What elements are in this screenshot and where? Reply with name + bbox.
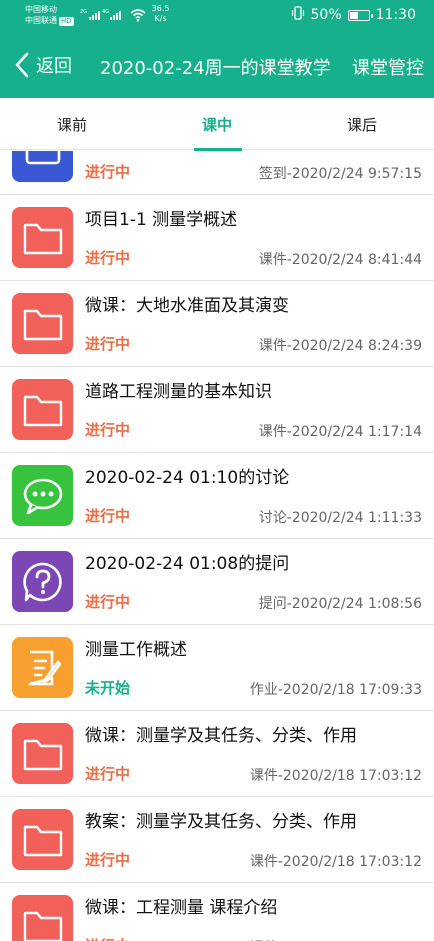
back-button[interactable]: 返回: [14, 52, 72, 78]
checkin-icon: [12, 151, 73, 182]
homework-icon: [12, 637, 73, 698]
list-item[interactable]: 项目1-1 测量学概述 进行中 课件-2020/2/24 8:41:44: [0, 195, 434, 281]
item-meta: 课件-2020/2/24 1:17:14: [258, 424, 422, 440]
item-meta: 讨论-2020/2/24 1:11:33: [258, 510, 422, 526]
item-meta: 课件-2020/2/18 17:03:12: [249, 768, 422, 784]
status-badge: 进行中: [85, 249, 131, 267]
vibrate-icon: [291, 6, 305, 24]
discussion-icon: [12, 465, 73, 526]
tab-in-class[interactable]: 课中: [145, 98, 289, 150]
list-item[interactable]: 微课：工程测量 课程介绍进行中 课件-2020/2/17 17:01:48: [0, 883, 434, 941]
item-title: 2020-02-24 01:10的讨论: [85, 468, 290, 488]
item-title: 2020-02-24 01:08的提问: [85, 554, 290, 574]
status-badge: 进行中: [85, 851, 131, 869]
carrier-1: 中国移动: [25, 5, 57, 14]
item-meta: 签到-2020/2/24 9:57:15: [258, 166, 422, 182]
item-meta: 提问-2020/2/24 1:08:56: [258, 596, 422, 612]
item-meta: 课件-2020/2/17 17:01:48: [250, 937, 422, 941]
hd-badge: HD: [59, 17, 74, 26]
status-badge: 进行中: [85, 163, 131, 181]
question-icon: [12, 551, 73, 612]
tab-bar: 课前 课中 课后: [0, 98, 434, 150]
item-meta: 课件-2020/2/24 8:41:44: [258, 252, 422, 268]
status-badge: 进行中: [85, 421, 131, 439]
status-left: 中国移动 中国联通 HD 2G 4G 36.5 K/s: [25, 4, 169, 26]
class-control-button[interactable]: 课堂管控: [352, 54, 424, 80]
network-speed: 36.5 K/s: [152, 4, 170, 24]
battery-icon: [347, 9, 373, 21]
app-screen: 中国移动 中国联通 HD 2G 4G 36.5 K/s 50% 11:30 返回…: [0, 0, 434, 941]
carrier-info: 中国移动 中国联通 HD: [25, 4, 74, 26]
item-title: 道路工程测量的基本知识: [85, 382, 272, 402]
status-bar: 中国移动 中国联通 HD 2G 4G 36.5 K/s 50% 11:30: [0, 0, 434, 32]
status-badge: 未开始: [85, 679, 131, 697]
folder-icon: [12, 723, 73, 784]
page-title: 2020-02-24周一的课堂教学: [100, 58, 331, 79]
nav-bar: 返回 2020-02-24周一的课堂教学 课堂管控: [0, 40, 434, 92]
folder-icon: [12, 895, 73, 941]
list-item[interactable]: 教案：测量学及其任务、分类、作用 进行中 课件-2020/2/18 17:03:12: [0, 797, 434, 883]
tab-before-class[interactable]: 课前: [0, 98, 144, 150]
chevron-left-icon: [15, 52, 29, 78]
header: 中国移动 中国联通 HD 2G 4G 36.5 K/s 50% 11:30 返回…: [0, 0, 434, 98]
list-item[interactable]: 微课：测量学及其任务、分类、作用 进行中 课件-2020/2/18 17:03:12: [0, 711, 434, 797]
item-meta: 课件-2020/2/18 17:03:12: [249, 854, 422, 870]
wifi-icon: [130, 7, 146, 26]
tab-after-class[interactable]: 课后: [290, 98, 434, 150]
list-item[interactable]: 微课：大地水准面及其演变 进行中 课件-2020/2/24 8:24:39: [0, 281, 434, 367]
status-badge: 进行中: [85, 507, 131, 525]
item-meta: 作业-2020/2/18 17:09:33: [249, 682, 422, 698]
status-badge: 进行中: [85, 765, 131, 783]
speed-value: 36.5: [151, 4, 170, 13]
speed-unit: K/s: [154, 14, 167, 23]
item-meta: 课件-2020/2/24 8:24:39: [258, 338, 422, 354]
clock: 11:30: [375, 7, 416, 23]
folder-icon: [12, 809, 73, 870]
signal-icon: 2G 4G: [80, 7, 124, 26]
svg-text:4G: 4G: [102, 9, 109, 15]
list-item[interactable]: 测量工作概述 未开始 作业-2020/2/18 17:09:33: [0, 625, 434, 711]
item-title: 项目1-1 测量学概述: [85, 210, 238, 230]
item-title: 微课：大地水准面及其演变: [85, 296, 289, 316]
item-title: 测量工作概述: [85, 640, 187, 660]
folder-icon: [12, 379, 73, 440]
list-item[interactable]: 道路工程测量的基本知识 进行中 课件-2020/2/24 1:17:14: [0, 367, 434, 453]
battery-percent: 50%: [310, 7, 342, 23]
back-label: 返回: [36, 56, 72, 77]
list-item[interactable]: 2020-02-24 01:08的提问 进行中 提问-2020/2/24 1:08:…: [0, 539, 434, 625]
status-badge: 进行中: [85, 593, 131, 611]
svg-text:2G: 2G: [80, 9, 87, 15]
item-title: 微课：测量学及其任务、分类、作用: [85, 726, 357, 746]
carrier-2: 中国联通: [25, 16, 57, 25]
item-title: 教案：测量学及其任务、分类、作用: [85, 812, 357, 832]
folder-icon: [12, 207, 73, 268]
folder-icon: [12, 293, 73, 354]
status-right: 50% 11:30: [285, 6, 416, 24]
activity-list[interactable]: 进行中 签到-2020/2/24 9:57:15 项目1-1 测量学概述 进行中 课件-…: [0, 151, 434, 941]
list-item[interactable]: 2020-02-24 01:10的讨论 进行中 讨论-2020/2/24 1:11:…: [0, 453, 434, 539]
item-title: 微课：工程测量 课程介绍: [85, 898, 278, 918]
status-badge: 进行中: [85, 335, 131, 353]
list-item[interactable]: 进行中 签到-2020/2/24 9:57:15: [0, 151, 434, 195]
status-badge: 进行中: [85, 935, 130, 941]
